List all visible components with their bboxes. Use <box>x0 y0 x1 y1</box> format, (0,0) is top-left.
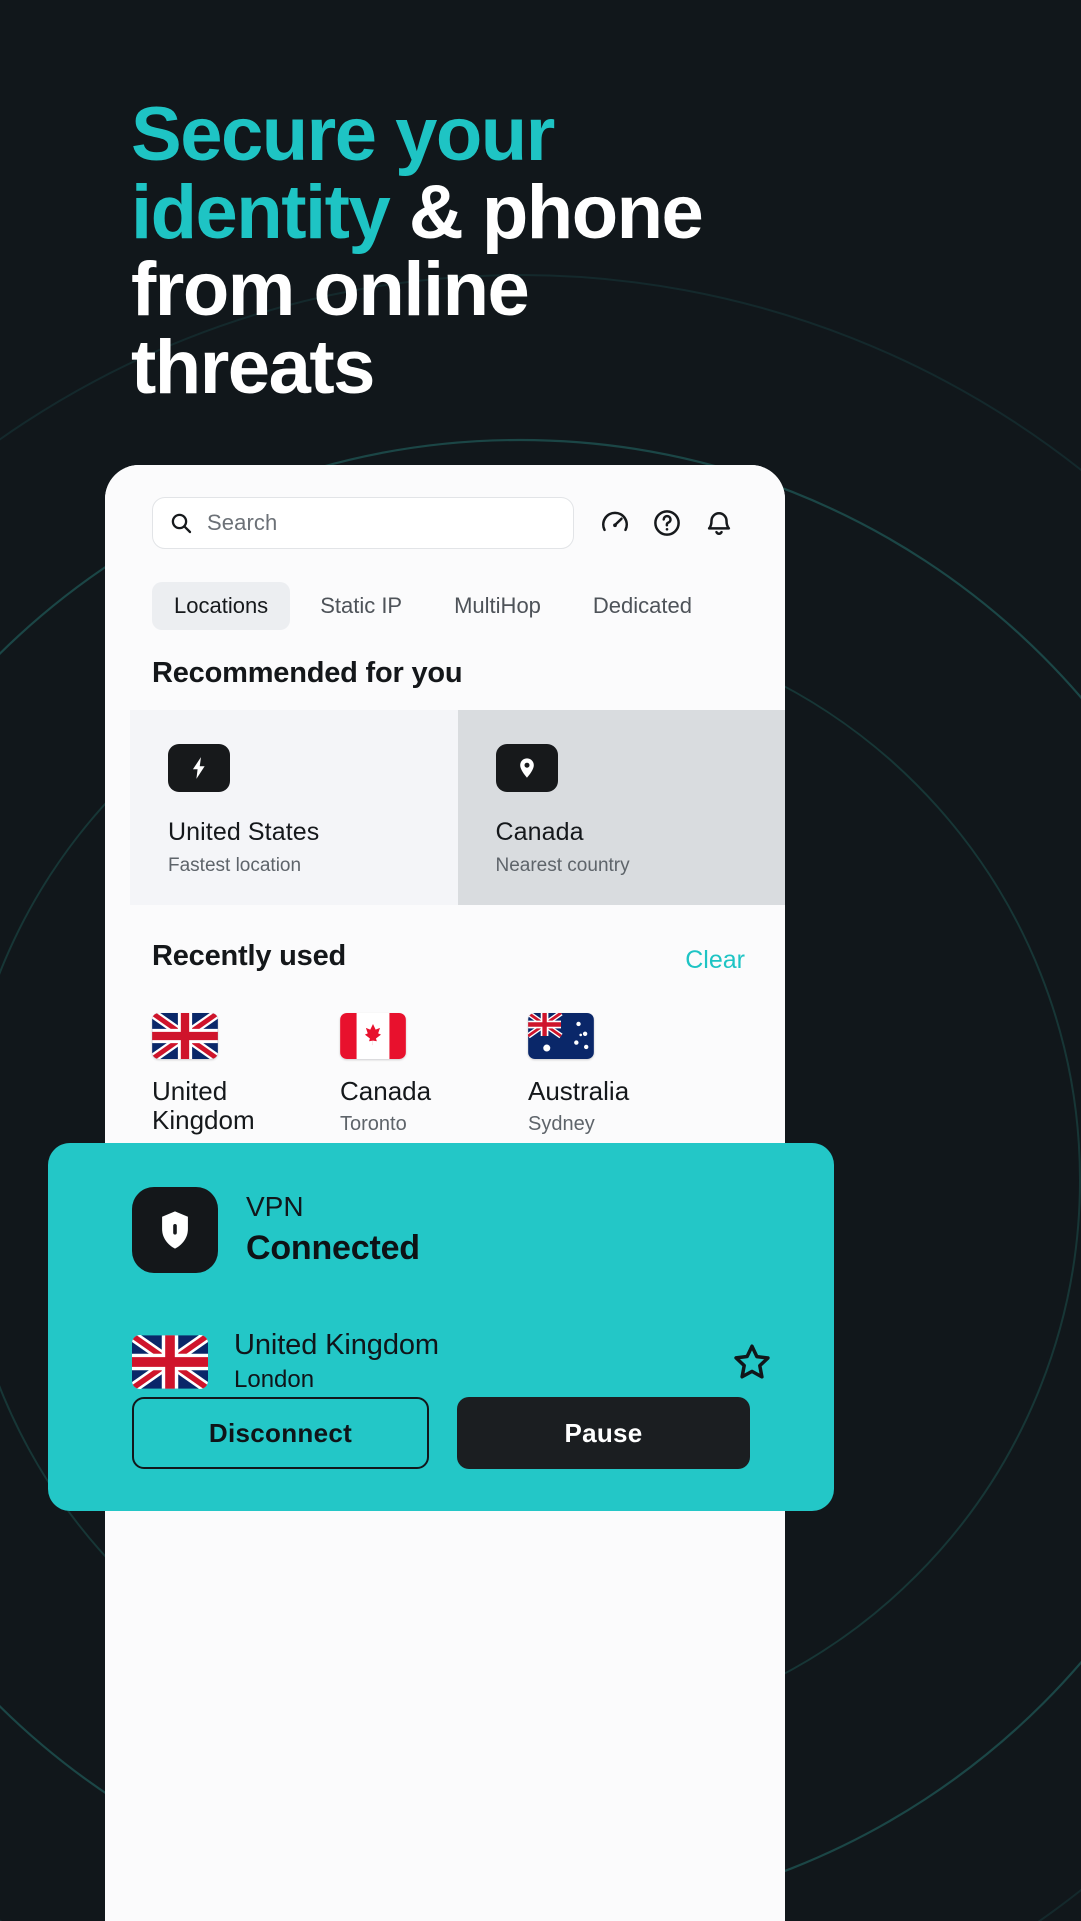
recommended-title: Recommended for you <box>152 657 463 689</box>
disconnect-button[interactable]: Disconnect <box>132 1397 429 1469</box>
search-row: Search <box>105 487 785 559</box>
vpn-status: Connected <box>246 1229 420 1268</box>
recently-used-title: Recently used <box>152 940 347 972</box>
vpn-status-row: VPN Connected <box>132 1187 420 1273</box>
recommended-card-subtitle: Nearest country <box>495 855 630 876</box>
clear-button[interactable]: Clear <box>685 946 745 975</box>
pause-button[interactable]: Pause <box>457 1397 750 1469</box>
list-item[interactable]: Australia Sydney <box>528 1013 716 1142</box>
recent-country-name: United Kingdom <box>152 1076 255 1136</box>
search-icon <box>171 513 192 534</box>
headline-line-2-rest: & phone <box>408 169 704 255</box>
recent-city-name: Toronto <box>340 1113 407 1136</box>
recent-country-name: Australia <box>528 1076 630 1106</box>
connected-location-row[interactable]: United Kingdom London <box>132 1329 774 1394</box>
search-input[interactable]: Search <box>152 497 574 549</box>
vpn-status-texts: VPN Connected <box>246 1187 420 1268</box>
recent-city-name: Sydney <box>528 1113 595 1136</box>
recommended-card-name: United States <box>168 818 320 846</box>
screenshot-stage: Secure your identity & phone from online… <box>0 0 1081 1921</box>
recommended-card-canada[interactable]: Canada Nearest country <box>457 710 785 905</box>
star-outline-icon[interactable] <box>730 1340 774 1384</box>
tab-multihop[interactable]: MultiHop <box>432 582 563 630</box>
lightning-bolt-icon <box>192 757 205 779</box>
recommended-card-subtitle: Fastest location <box>168 855 302 876</box>
nearest-badge <box>495 744 558 792</box>
flag-uk-icon <box>152 1013 218 1059</box>
help-circle-icon[interactable] <box>652 508 682 538</box>
recommended-card-name: Canada <box>495 818 584 846</box>
tab-static-ip[interactable]: Static IP <box>298 582 424 630</box>
headline-line-1: Secure your <box>131 92 555 177</box>
tab-locations[interactable]: Locations <box>152 582 291 630</box>
recently-used-list: United Kingdom Canada Toronto Australia … <box>152 1013 772 1142</box>
search-placeholder: Search <box>207 510 278 535</box>
flag-uk-icon <box>132 1334 208 1389</box>
flag-australia-icon <box>528 1013 594 1059</box>
headline-line-2-accent: identity <box>131 169 391 255</box>
vpn-label: VPN <box>246 1191 304 1222</box>
speedometer-icon[interactable] <box>600 508 630 538</box>
shield-lock-icon <box>162 1211 188 1249</box>
tab-bar: Locations Static IP MultiHop Dedicated <box>105 575 785 637</box>
tab-dedicated[interactable]: Dedicated <box>571 582 714 630</box>
recent-country-name: Canada <box>340 1076 432 1106</box>
flag-canada-icon <box>340 1013 406 1059</box>
recommended-cards: United States Fastest location Canada Ne… <box>130 710 785 905</box>
bell-icon[interactable] <box>704 508 734 538</box>
page-headline: Secure your identity & phone from online… <box>131 96 771 406</box>
fastest-badge <box>168 744 230 792</box>
sheet-actions: Disconnect Pause <box>132 1397 750 1469</box>
map-pin-icon <box>519 758 534 778</box>
list-item[interactable]: Canada Toronto <box>340 1013 528 1142</box>
recommended-card-united-states[interactable]: United States Fastest location <box>130 710 458 905</box>
headline-line-3: from online <box>131 247 530 333</box>
list-item[interactable]: United Kingdom <box>152 1013 340 1142</box>
connected-location-texts: United Kingdom London <box>234 1329 439 1394</box>
connected-country: United Kingdom <box>234 1329 439 1361</box>
top-icon-group <box>600 508 734 538</box>
connected-city: London <box>234 1366 315 1393</box>
headline-line-4: threats <box>131 324 375 410</box>
vpn-connection-sheet: VPN Connected United Kingdom London Disc… <box>48 1143 834 1511</box>
vpn-badge <box>132 1187 218 1273</box>
